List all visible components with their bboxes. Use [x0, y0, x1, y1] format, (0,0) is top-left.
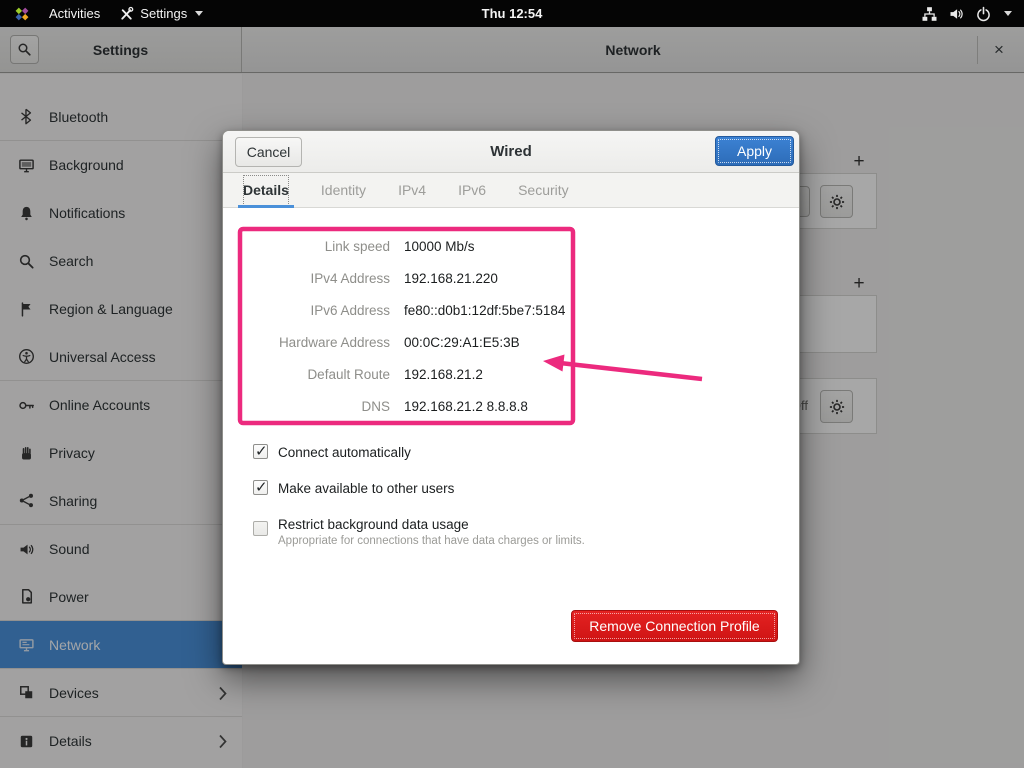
- make-available-checkbox[interactable]: [253, 480, 268, 495]
- checkbox-sublabel: Appropriate for connections that have da…: [278, 534, 585, 549]
- hardware-address-value: 00:0C:29:A1:E5:3B: [404, 333, 565, 353]
- restrict-background-row: Restrict background data usage Appropria…: [253, 515, 585, 549]
- link-speed-value: 10000 Mb/s: [404, 237, 565, 257]
- checkbox-label: Connect automatically: [278, 443, 411, 462]
- field-label: IPv4 Address: [253, 269, 390, 289]
- distro-logo: [8, 0, 36, 27]
- field-label: Link speed: [253, 237, 390, 257]
- field-label: DNS: [253, 397, 390, 417]
- system-menu-chevron-icon[interactable]: [1004, 11, 1012, 16]
- checkbox-label: Make available to other users: [278, 479, 454, 498]
- chevron-down-icon: [195, 11, 203, 16]
- restrict-background-checkbox[interactable]: [253, 521, 268, 536]
- settings-menu-label: Settings: [140, 6, 187, 21]
- cancel-button[interactable]: Cancel: [235, 137, 302, 167]
- field-label: Default Route: [253, 365, 390, 385]
- top-bar: Activities Settings Thu 12:54: [0, 0, 1024, 27]
- apply-button[interactable]: Apply: [715, 136, 794, 166]
- volume-icon: [948, 6, 965, 22]
- tab-ipv6[interactable]: IPv6: [456, 173, 488, 208]
- connect-automatically-row: Connect automatically: [253, 443, 411, 462]
- ipv6-address-value: fe80::d0b1:12df:5be7:5184: [404, 301, 565, 321]
- distro-logo-icon: [14, 6, 30, 22]
- activities-label: Activities: [49, 6, 100, 21]
- ipv4-address-value: 192.168.21.220: [404, 269, 565, 289]
- field-label: IPv6 Address: [253, 301, 390, 321]
- tab-identity[interactable]: Identity: [319, 173, 368, 208]
- connect-automatically-checkbox[interactable]: [253, 444, 268, 459]
- default-route-value: 192.168.21.2: [404, 365, 565, 385]
- field-label: Hardware Address: [253, 333, 390, 353]
- connection-details-fields: Link speed 10000 Mb/s IPv4 Address 192.1…: [253, 237, 565, 417]
- dns-value: 192.168.21.2 8.8.8.8: [404, 397, 565, 417]
- dialog-title: Wired: [490, 143, 532, 160]
- remove-connection-profile-button[interactable]: Remove Connection Profile: [571, 610, 778, 642]
- checkbox-label: Restrict background data usage: [278, 515, 585, 534]
- activities-button[interactable]: Activities: [43, 0, 106, 27]
- settings-window: Settings Network × Bluetooth Background …: [0, 27, 1024, 768]
- make-available-row: Make available to other users: [253, 479, 454, 498]
- tab-ipv4[interactable]: IPv4: [396, 173, 428, 208]
- dialog-tabbar: Details Identity IPv4 IPv6 Security: [223, 173, 799, 208]
- wired-connection-dialog: Cancel Wired Apply Details Identity IPv4…: [222, 130, 800, 665]
- settings-appmenu[interactable]: Settings: [113, 0, 209, 27]
- tab-security[interactable]: Security: [516, 173, 571, 208]
- dialog-header: Cancel Wired Apply: [223, 131, 799, 173]
- tools-icon: [119, 6, 134, 21]
- tab-details[interactable]: Details: [241, 173, 291, 208]
- power-icon: [975, 6, 992, 22]
- wired-network-icon: [921, 6, 938, 22]
